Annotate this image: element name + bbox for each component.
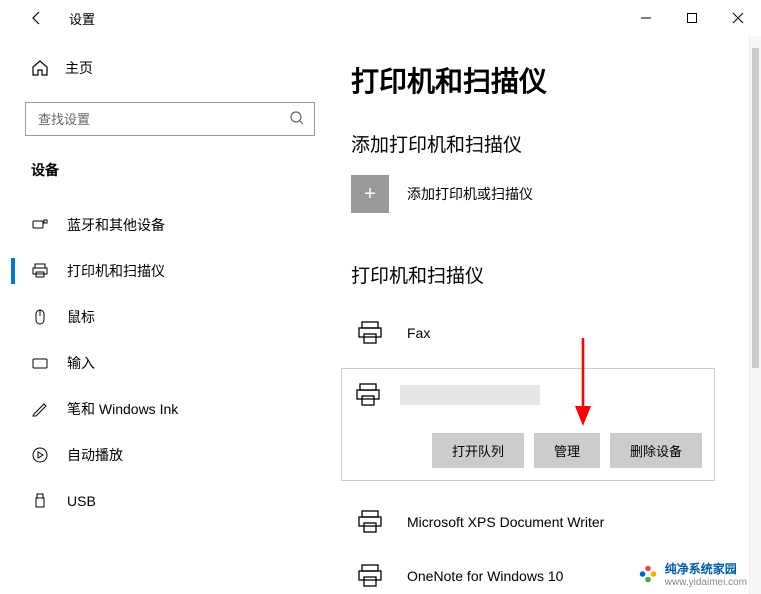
- nav-printers[interactable]: 打印机和扫描仪: [11, 248, 315, 294]
- scrollbar-thumb[interactable]: [752, 48, 759, 368]
- device-name: Fax: [407, 325, 430, 341]
- printer-icon: [356, 319, 384, 347]
- manage-button[interactable]: 管理: [534, 433, 600, 468]
- printer-icon: [356, 508, 384, 536]
- close-button[interactable]: [715, 0, 761, 36]
- printer-icon: [356, 562, 384, 590]
- main-content: 打印机和扫描仪 添加打印机和扫描仪 + 添加打印机或扫描仪 打印机和扫描仪 Fa…: [329, 36, 761, 594]
- mouse-icon: [31, 308, 49, 326]
- add-printer-label: 添加打印机或扫描仪: [407, 184, 533, 204]
- list-section-title: 打印机和扫描仪: [351, 261, 733, 288]
- minimize-icon: [640, 12, 652, 24]
- home-icon: [31, 59, 49, 77]
- device-name: Microsoft XPS Document Writer: [407, 514, 604, 530]
- close-icon: [732, 12, 744, 24]
- back-button[interactable]: [23, 4, 51, 32]
- maximize-button[interactable]: [669, 0, 715, 36]
- title-bar: 设置: [11, 0, 761, 36]
- nav-usb[interactable]: USB: [11, 478, 315, 524]
- add-section-title: 添加打印机和扫描仪: [351, 130, 733, 157]
- usb-icon: [31, 492, 49, 510]
- nav-label: 鼠标: [67, 307, 95, 327]
- device-xps[interactable]: Microsoft XPS Document Writer: [351, 495, 733, 549]
- remove-device-button[interactable]: 删除设备: [610, 433, 702, 468]
- window-title: 设置: [69, 9, 95, 28]
- page-heading: 打印机和扫描仪: [351, 60, 733, 100]
- watermark-logo-icon: [637, 563, 659, 585]
- arrow-left-icon: [29, 10, 45, 26]
- sidebar: 主页 设备 蓝牙和其他设备 打印机和扫描仪 鼠标: [11, 36, 329, 594]
- search-box: [25, 102, 315, 136]
- nav-label: 蓝牙和其他设备: [67, 215, 165, 235]
- nav-label: 自动播放: [67, 445, 123, 465]
- watermark-title: 纯净系统家园: [665, 560, 747, 577]
- nav-autoplay[interactable]: 自动播放: [11, 432, 315, 478]
- nav-mouse[interactable]: 鼠标: [11, 294, 315, 340]
- open-queue-button[interactable]: 打开队列: [432, 433, 524, 468]
- nav-bluetooth[interactable]: 蓝牙和其他设备: [11, 202, 315, 248]
- nav-label: 笔和 Windows Ink: [67, 399, 178, 419]
- watermark-url: www.yidaimei.com: [665, 577, 747, 588]
- home-link[interactable]: 主页: [25, 48, 315, 88]
- nav-pen[interactable]: 笔和 Windows Ink: [11, 386, 315, 432]
- nav-label: USB: [67, 493, 96, 509]
- nav-label: 输入: [67, 353, 95, 373]
- home-label: 主页: [65, 58, 93, 78]
- plus-icon: +: [351, 175, 389, 213]
- device-name: OneNote for Windows 10: [407, 568, 563, 584]
- printer-icon: [354, 381, 382, 409]
- keyboard-icon: [31, 354, 49, 372]
- nav-typing[interactable]: 输入: [11, 340, 315, 386]
- minimize-button[interactable]: [623, 0, 669, 36]
- printer-icon: [31, 262, 49, 280]
- device-selected[interactable]: 打开队列 管理 删除设备: [341, 368, 715, 481]
- pen-icon: [31, 400, 49, 418]
- add-printer-row[interactable]: + 添加打印机或扫描仪: [351, 175, 733, 213]
- scrollbar[interactable]: [749, 36, 761, 594]
- nav-list: 蓝牙和其他设备 打印机和扫描仪 鼠标 输入 笔和 Windows Ink: [11, 202, 315, 524]
- watermark: 纯净系统家园 www.yidaimei.com: [637, 560, 747, 588]
- search-icon: [289, 110, 305, 126]
- device-fax[interactable]: Fax: [351, 306, 733, 360]
- bluetooth-icon: [31, 216, 49, 234]
- device-name-redacted: [400, 385, 540, 405]
- autoplay-icon: [31, 446, 49, 464]
- category-header: 设备: [25, 160, 315, 180]
- nav-label: 打印机和扫描仪: [67, 261, 165, 281]
- maximize-icon: [686, 12, 698, 24]
- search-input[interactable]: [25, 102, 315, 136]
